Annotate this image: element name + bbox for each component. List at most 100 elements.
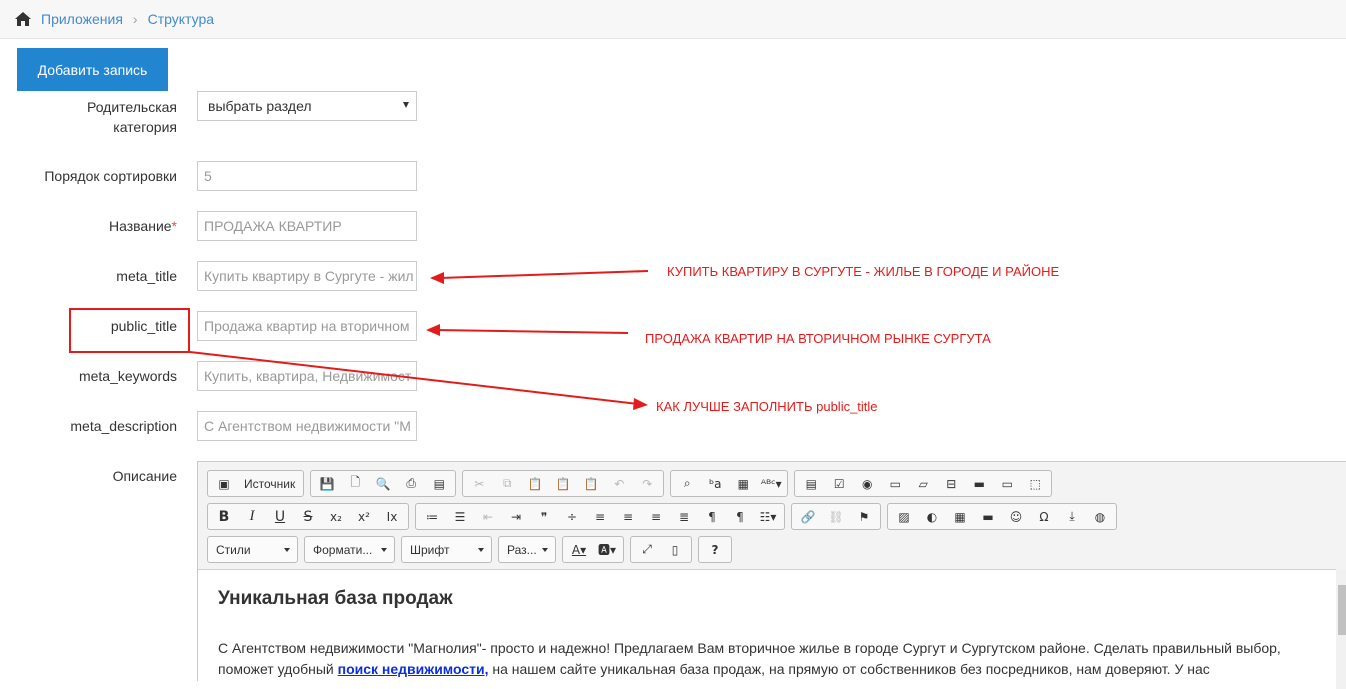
styles-dropdown[interactable]: Стили	[207, 536, 298, 563]
parent-category-value: выбрать раздел	[208, 98, 312, 114]
annotation-question: КАК ЛУЧШЕ ЗАПОЛНИТЬ public_title	[656, 399, 878, 414]
save-icon[interactable]: 💾	[313, 472, 341, 496]
find-icon[interactable]: ⌕	[673, 472, 701, 496]
parent-category-select[interactable]: выбрать раздел	[197, 91, 417, 121]
textarea-icon[interactable]: ▱	[909, 472, 937, 496]
meta-title-input[interactable]: Купить квартиру в Сургуте - жил	[197, 261, 417, 291]
rtl-icon[interactable]: ¶	[726, 505, 754, 529]
editor-content[interactable]: Уникальная база продаж С Агентством недв…	[198, 569, 1346, 689]
bulleted-list-icon[interactable]: ☰	[446, 505, 474, 529]
align-left-icon[interactable]: ≡	[586, 505, 614, 529]
form-icon[interactable]: ▤	[797, 472, 825, 496]
font-dropdown[interactable]: Шрифт	[401, 536, 492, 563]
size-dropdown[interactable]: Раз...	[498, 536, 556, 563]
scrollbar-thumb[interactable]	[1338, 585, 1346, 635]
content-text-2: на нашем сайте уникальная база продаж, н…	[488, 661, 1210, 677]
meta-title-label: meta_title	[116, 268, 177, 284]
maximize-icon[interactable]: ⤢	[633, 538, 661, 562]
bold-icon[interactable]: B	[210, 505, 238, 529]
meta-description-label: meta_description	[70, 418, 177, 434]
anchor-icon[interactable]: ⚑	[850, 505, 878, 529]
checkbox-icon[interactable]: ☑	[825, 472, 853, 496]
subscript-icon[interactable]: x₂	[322, 505, 350, 529]
property-search-link[interactable]: поиск недвижимости,	[338, 661, 489, 677]
indent-icon[interactable]: ⇥	[502, 505, 530, 529]
redo-icon[interactable]: ↷	[633, 472, 661, 496]
select-all-icon[interactable]: ▦	[729, 472, 757, 496]
add-record-button[interactable]: Добавить запись	[17, 48, 168, 91]
bg-color-icon[interactable]: 🅰▾	[593, 538, 621, 562]
numbered-list-icon[interactable]: ≔	[418, 505, 446, 529]
underline-icon[interactable]: U	[266, 505, 294, 529]
meta-keywords-label: meta_keywords	[78, 368, 177, 384]
meta-keywords-input[interactable]: Купить, квартира, Недвижимост	[197, 361, 417, 391]
toolbar-group-colors: A▾ 🅰▾	[562, 536, 624, 563]
text-color-icon[interactable]: A▾	[565, 538, 593, 562]
hidden-field-icon[interactable]: ⬚	[1021, 472, 1049, 496]
editor-scrollbar[interactable]	[1336, 569, 1346, 689]
replace-icon[interactable]: ᵇa	[701, 472, 729, 496]
name-input[interactable]: ПРОДАЖА КВАРТИР	[197, 211, 417, 241]
align-justify-icon[interactable]: ≣	[670, 505, 698, 529]
breadcrumb-structure[interactable]: Структура	[148, 11, 214, 27]
flash-icon[interactable]: ◐	[918, 505, 946, 529]
breadcrumb-apps[interactable]: Приложения	[41, 11, 123, 27]
textfield-icon[interactable]: ▭	[881, 472, 909, 496]
italic-icon[interactable]: I	[238, 505, 266, 529]
help-icon[interactable]: ?	[701, 538, 729, 562]
paste-word-icon[interactable]: 📋	[577, 472, 605, 496]
undo-icon[interactable]: ↶	[605, 472, 633, 496]
public-title-input[interactable]: Продажа квартир на вторичном	[197, 311, 417, 341]
paste-text-icon[interactable]: 📋	[549, 472, 577, 496]
copy-icon[interactable]: ⧉	[493, 472, 521, 496]
new-page-icon[interactable]: 🗋	[341, 472, 369, 496]
meta-description-input[interactable]: С Агентством недвижимости "М	[197, 411, 417, 441]
cut-icon[interactable]: ✂	[465, 472, 493, 496]
blockquote-icon[interactable]: ❞	[530, 505, 558, 529]
sort-order-input[interactable]: 5	[197, 161, 417, 191]
toolbar-group-find: ⌕ ᵇa ▦ ᴬᴮᶜ▾	[670, 470, 789, 497]
size-dropdown-label: Раз...	[507, 542, 537, 557]
toolbar-group-help: ?	[698, 536, 732, 563]
preview-icon[interactable]: 🔍	[369, 472, 397, 496]
remove-format-icon[interactable]: Ix	[378, 505, 406, 529]
link-icon[interactable]: 🔗	[794, 505, 822, 529]
radio-icon[interactable]: ◉	[853, 472, 881, 496]
select-icon[interactable]: ⊟	[937, 472, 965, 496]
paste-icon[interactable]: 📋	[521, 472, 549, 496]
rich-text-editor[interactable]: ▣ Источник 💾 🗋 🔍 ⎙ ▤ ✂ ⧉ 📋 📋 📋 ↶ ↷ ⌕ ᵇa …	[197, 461, 1346, 689]
outdent-icon[interactable]: ⇤	[474, 505, 502, 529]
image-icon[interactable]: ▨	[890, 505, 918, 529]
annotation-meta-title: КУПИТЬ КВАРТИРУ В СУРГУТЕ - ЖИЛЬЕ В ГОРО…	[667, 264, 1060, 279]
chevron-down-icon	[284, 548, 290, 552]
smiley-icon[interactable]: ☺	[1002, 505, 1030, 529]
table-icon[interactable]: ▦	[946, 505, 974, 529]
ltr-icon[interactable]: ¶	[698, 505, 726, 529]
iframe-icon[interactable]: ◍	[1086, 505, 1114, 529]
page-break-icon[interactable]: ⤓	[1058, 505, 1086, 529]
required-marker: *	[171, 218, 177, 234]
superscript-icon[interactable]: x²	[350, 505, 378, 529]
horizontal-line-icon[interactable]: ▬	[974, 505, 1002, 529]
content-heading: Уникальная база продаж	[218, 588, 453, 609]
chevron-down-icon	[542, 548, 548, 552]
format-dropdown-label: Формати...	[313, 542, 373, 557]
image-button-icon[interactable]: ▭	[993, 472, 1021, 496]
align-right-icon[interactable]: ≡	[642, 505, 670, 529]
spellcheck-icon[interactable]: ᴬᴮᶜ▾	[757, 472, 785, 496]
unlink-icon[interactable]: ⛓	[822, 505, 850, 529]
source-button[interactable]: Источник	[238, 472, 301, 496]
home-icon[interactable]	[14, 11, 32, 27]
print-icon[interactable]: ⎙	[397, 472, 425, 496]
source-icon[interactable]: ▣	[210, 472, 238, 496]
strikethrough-icon[interactable]: S	[294, 505, 322, 529]
button-icon[interactable]: ▬	[965, 472, 993, 496]
special-char-icon[interactable]: Ω	[1030, 505, 1058, 529]
show-blocks-icon[interactable]: ▯	[661, 538, 689, 562]
toolbar-group-clipboard: ✂ ⧉ 📋 📋 📋 ↶ ↷	[462, 470, 665, 497]
format-dropdown[interactable]: Формати...	[304, 536, 395, 563]
div-icon[interactable]: ÷	[558, 505, 586, 529]
align-center-icon[interactable]: ≡	[614, 505, 642, 529]
templates-icon[interactable]: ▤	[425, 472, 453, 496]
language-icon[interactable]: ☷▾	[754, 505, 782, 529]
